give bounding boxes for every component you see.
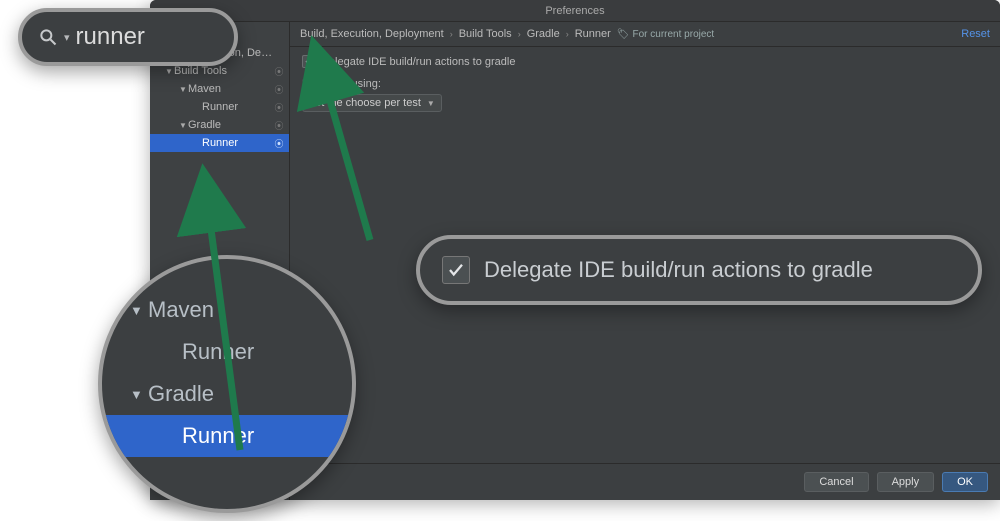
project-scope-tag: 🏷 For current project [617, 29, 714, 40]
breadcrumb-item[interactable]: Runner [575, 28, 611, 40]
project-badge-icon: ⦿ [273, 119, 285, 132]
project-badge-icon: ⦿ [273, 137, 285, 150]
project-badge-icon: ⦿ [273, 65, 285, 78]
sidebar-item-gradle-runner[interactable]: Runner ⦿ [150, 134, 289, 152]
apply-button[interactable]: Apply [877, 472, 935, 492]
delegate-checkbox[interactable]: ✓ [302, 55, 315, 68]
callout-tree-item-maven-runner: Runner [102, 331, 352, 373]
caret-icon: ▼ [130, 387, 148, 402]
search-input-value[interactable]: runner [76, 23, 145, 51]
window-title: Preferences [545, 5, 604, 17]
callout-delegate-label: Delegate IDE build/run actions to gradle [484, 257, 873, 283]
breadcrumbs: Build, Execution, Deployment › Build Too… [290, 22, 1000, 47]
sidebar-item-maven[interactable]: ▼ Maven ⦿ [150, 80, 289, 98]
reset-link[interactable]: Reset [961, 28, 990, 40]
sidebar-item-gradle[interactable]: ▼ Gradle ⦿ [150, 116, 289, 134]
callout-tree-label: Runner [182, 339, 254, 365]
ok-button[interactable]: OK [942, 472, 988, 492]
callout-search: ▾ runner [18, 8, 238, 66]
run-tests-select[interactable]: Let me choose per test ▼ [302, 94, 442, 112]
sidebar-item-label: Gradle [188, 119, 273, 131]
caret-icon: ▼ [178, 121, 188, 130]
chevron-down-icon: ▼ [427, 99, 435, 108]
callout-tree-item-gradle-runner: Runner [102, 415, 352, 457]
project-scope-label: For current project [633, 29, 715, 40]
sidebar-item-label: Build Tools [174, 65, 273, 77]
caret-icon: ▼ [178, 85, 188, 94]
search-icon [36, 25, 60, 49]
chevron-down-icon: ▾ [64, 31, 70, 44]
callout-tree-item-maven: ▼ Maven [102, 289, 352, 331]
tag-icon: 🏷 [617, 29, 630, 40]
chevron-right-icon: › [518, 29, 521, 39]
sidebar-item-maven-runner[interactable]: Runner ⦿ [150, 98, 289, 116]
caret-icon: ▼ [130, 303, 148, 318]
footer: Cancel Apply OK [290, 463, 1000, 500]
callout-tree-label: Maven [148, 297, 214, 323]
callout-tree-label: Runner [182, 423, 254, 449]
caret-icon: ▼ [164, 67, 174, 76]
callout-tree-item-gradle: ▼ Gradle [102, 373, 352, 415]
delegate-checkbox-row: ✓ Delegate IDE build/run actions to grad… [302, 55, 988, 68]
titlebar: Preferences [150, 0, 1000, 22]
checkbox-icon [442, 256, 470, 284]
run-tests-value: Let me choose per test [309, 97, 421, 109]
breadcrumb-item[interactable]: Build Tools [459, 28, 512, 40]
project-badge-icon: ⦿ [273, 83, 285, 96]
sidebar-item-label: Maven [188, 83, 273, 95]
callout-tree: ▼ Maven Runner ▼ Gradle Runner [98, 255, 356, 513]
breadcrumb-item[interactable]: Build, Execution, Deployment [300, 28, 444, 40]
chevron-right-icon: › [450, 29, 453, 39]
chevron-right-icon: › [566, 29, 569, 39]
sidebar-item-label: Runner [202, 101, 273, 113]
callout-delegate-checkbox: Delegate IDE build/run actions to gradle [416, 235, 982, 305]
callout-tree-label: Gradle [148, 381, 214, 407]
sidebar-item-label: Runner [202, 137, 273, 149]
run-tests-label: Run tests using: [302, 78, 988, 90]
breadcrumb-item[interactable]: Gradle [527, 28, 560, 40]
delegate-checkbox-label: Delegate IDE build/run actions to gradle [321, 56, 515, 68]
project-badge-icon: ⦿ [273, 101, 285, 114]
cancel-button[interactable]: Cancel [804, 472, 868, 492]
